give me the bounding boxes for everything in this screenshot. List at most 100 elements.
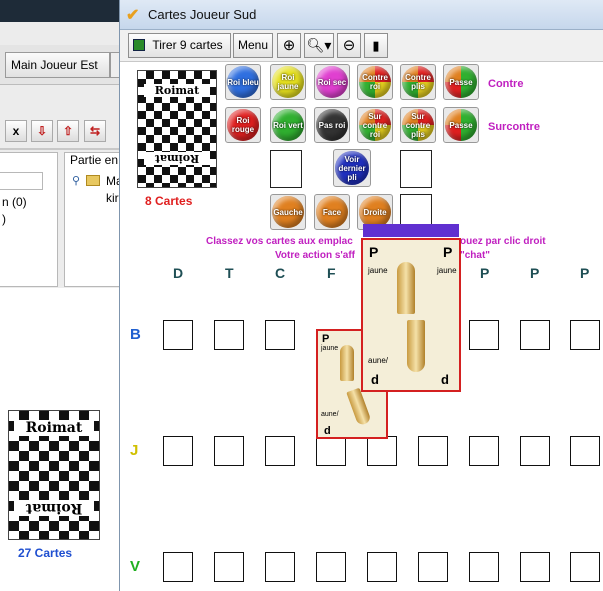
contre-plis-button[interactable]: Contre plis (400, 64, 436, 100)
passe-surcontre-button[interactable]: Passe (443, 107, 479, 143)
card-corner-bottom-right: d (441, 372, 449, 387)
row-label-v: V (130, 558, 141, 575)
card-color-right: jaune (437, 266, 457, 275)
card-corner: P (322, 333, 330, 345)
roi-bleu-button[interactable]: Roi bleu (225, 64, 261, 100)
card-slot[interactable] (316, 436, 346, 466)
roi-jaune-button[interactable]: Roi jaune (270, 64, 306, 100)
sur-contre-plis-button[interactable]: Sur contre plis (400, 107, 436, 143)
window-toolbar: Tirer 9 cartes Menu ⊕ 🔍︎▾ ⊖ ▮ (120, 30, 603, 62)
zoom-out-icon[interactable]: ⊖ (337, 33, 361, 58)
left-list-item[interactable]: ) (2, 212, 6, 226)
zoom-in-icon[interactable]: ⊕ (277, 33, 301, 58)
card-slot[interactable] (214, 436, 244, 466)
close-tool-button[interactable]: x (5, 120, 27, 142)
column-header: P (580, 265, 590, 281)
left-list-item[interactable]: n (0) (2, 195, 27, 209)
column-header: C (275, 265, 286, 281)
roi-rouge-button[interactable]: Roi rouge (225, 107, 261, 143)
card-slot[interactable] (316, 552, 346, 582)
card-slot[interactable] (418, 552, 448, 582)
face-button[interactable]: Face (314, 194, 350, 230)
card-slot[interactable] (570, 320, 600, 350)
deck-brand-inverted: Roimat (14, 500, 94, 516)
card-slot[interactable] (214, 320, 244, 350)
voir-dernier-pli-button[interactable]: Voir dernier pli (333, 149, 371, 187)
card-slot[interactable] (520, 436, 550, 466)
panel-title: Partie en (70, 153, 119, 167)
roi-sec-button[interactable]: Roi sec (314, 64, 350, 100)
left-input[interactable] (0, 172, 43, 190)
upload-icon[interactable]: ⇧ (57, 120, 79, 142)
card-slot[interactable] (570, 552, 600, 582)
download-icon[interactable]: ⇩ (31, 120, 53, 142)
contre-label: Contre (488, 78, 524, 90)
pas-roi-button[interactable]: Pas roi (314, 107, 350, 143)
pawn-icon (340, 345, 354, 381)
menu-button[interactable]: Menu (233, 33, 273, 58)
folder-icon (86, 175, 100, 186)
swap-icon[interactable]: ⇆ (84, 120, 106, 142)
card-slot[interactable] (469, 320, 499, 350)
row-label-j: J (130, 442, 139, 459)
card-color-2: aune/ (368, 356, 389, 365)
card-slot[interactable] (163, 436, 193, 466)
game-panel (64, 152, 124, 287)
surcontre-label: Surcontre (488, 121, 540, 133)
empty-slot[interactable] (270, 150, 302, 188)
card-slot[interactable] (163, 320, 193, 350)
roi-vert-button[interactable]: Roi vert (270, 107, 306, 143)
pawn-icon (397, 262, 415, 314)
window-titlebar: ✔ Cartes Joueur Sud (120, 0, 603, 30)
tree-expand-icon[interactable]: ⚲ (72, 174, 80, 187)
card-slot[interactable] (265, 436, 295, 466)
card-color: jaune (368, 266, 388, 275)
passe-button[interactable]: Passe (443, 64, 479, 100)
battery-icon[interactable]: ▮ (364, 33, 388, 58)
column-header: F (327, 265, 336, 281)
pawn-icon-inverted (407, 320, 425, 372)
instruction-text-2: Votre action s'aff (275, 250, 355, 261)
card-corner-bottom: d (371, 372, 379, 387)
card-color: jaune (321, 345, 339, 352)
empty-slot[interactable] (400, 150, 432, 188)
card-slot[interactable] (163, 552, 193, 582)
window-title: Cartes Joueur Sud (148, 7, 257, 22)
column-header: P (480, 265, 490, 281)
pawn-card-large[interactable]: P jaune P jaune aune/ d d (361, 238, 461, 392)
card-slot[interactable] (265, 552, 295, 582)
sur-contre-roi-button[interactable]: Sur contre roi (357, 107, 393, 143)
deck-brand: Roimat (144, 84, 210, 97)
app-icon: ✔ (126, 7, 140, 24)
divider (0, 148, 125, 150)
column-header: D (173, 265, 184, 281)
column-header: T (225, 265, 234, 281)
card-slot[interactable] (570, 436, 600, 466)
column-header: P (530, 265, 540, 281)
deck-count: 8 Cartes (145, 194, 193, 208)
cards-icon (133, 39, 145, 51)
gauche-button[interactable]: Gauche (270, 194, 306, 230)
contre-roi-button[interactable]: Contre roi (357, 64, 393, 100)
card-slot[interactable] (520, 552, 550, 582)
card-slot[interactable] (469, 552, 499, 582)
card-slot[interactable] (520, 320, 550, 350)
card-slot[interactable] (265, 320, 295, 350)
card-slot[interactable] (469, 436, 499, 466)
tree-item[interactable]: kir (106, 191, 119, 205)
deck-brand: Roimat (14, 420, 94, 436)
zoom-menu-icon[interactable]: 🔍︎▾ (304, 33, 334, 58)
card-slot[interactable] (214, 552, 244, 582)
card-corner-bottom: d (324, 425, 331, 437)
tab-main-joueur-est[interactable]: Main Joueur Est (5, 52, 110, 78)
draw-cards-button[interactable]: Tirer 9 cartes (128, 33, 231, 58)
card-slot[interactable] (418, 436, 448, 466)
deck-count: 27 Cartes (18, 546, 73, 560)
card-corner: P (369, 244, 379, 260)
card-slot[interactable] (367, 552, 397, 582)
draw-cards-label: Tirer 9 cartes (152, 38, 223, 52)
card-color-2: aune/ (321, 411, 339, 418)
card-corner-right: P (443, 244, 453, 260)
card-slot[interactable] (367, 436, 397, 466)
cartes-joueur-sud-window: ✔ Cartes Joueur Sud Tirer 9 cartes Menu … (119, 0, 603, 591)
